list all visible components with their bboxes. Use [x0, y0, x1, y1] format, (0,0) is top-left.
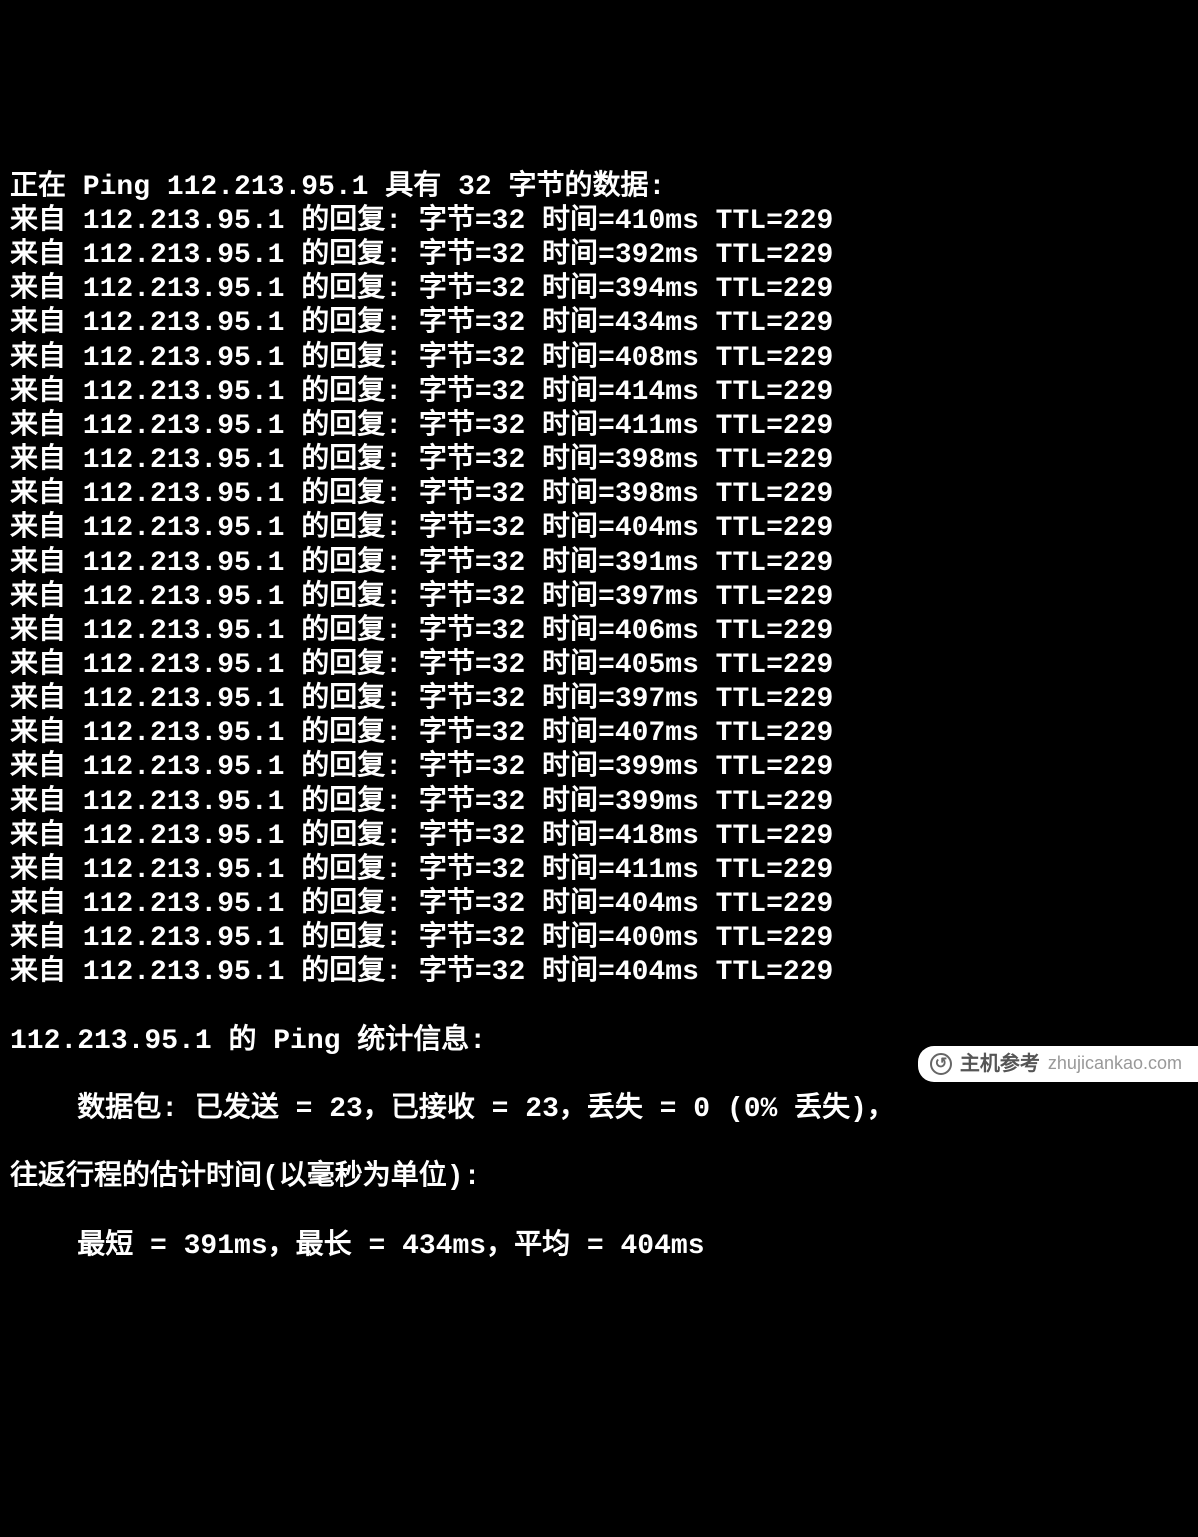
ping-reply-line: 来自 112.213.95.1 的回复: 字节=32 时间=410ms TTL=… [10, 205, 1188, 239]
ping-reply-line: 来自 112.213.95.1 的回复: 字节=32 时间=408ms TTL=… [10, 342, 1188, 376]
ping-reply-line: 来自 112.213.95.1 的回复: 字节=32 时间=398ms TTL=… [10, 444, 1188, 478]
ping-reply-line: 来自 112.213.95.1 的回复: 字节=32 时间=392ms TTL=… [10, 239, 1188, 273]
ping-reply-line: 来自 112.213.95.1 的回复: 字节=32 时间=418ms TTL=… [10, 820, 1188, 854]
terminal-output: 正在 Ping 112.213.95.1 具有 32 字节的数据:来自 112.… [10, 137, 1188, 1298]
ping-reply-line: 来自 112.213.95.1 的回复: 字节=32 时间=394ms TTL=… [10, 273, 1188, 307]
ping-reply-line: 来自 112.213.95.1 的回复: 字节=32 时间=398ms TTL=… [10, 478, 1188, 512]
rtt-values-line: 最短 = 391ms，最长 = 434ms，平均 = 404ms [10, 1230, 1188, 1264]
watermark-host: zhujicankao.com [1048, 1053, 1182, 1075]
ping-replies: 来自 112.213.95.1 的回复: 字节=32 时间=410ms TTL=… [10, 205, 1188, 991]
ping-reply-line: 来自 112.213.95.1 的回复: 字节=32 时间=404ms TTL=… [10, 956, 1188, 990]
watermark-badge: ↻ 主机参考 zhujicankao.com [918, 1046, 1198, 1082]
ping-reply-line: 来自 112.213.95.1 的回复: 字节=32 时间=397ms TTL=… [10, 581, 1188, 615]
ping-reply-line: 来自 112.213.95.1 的回复: 字节=32 时间=397ms TTL=… [10, 683, 1188, 717]
watermark-text: 主机参考 [960, 1052, 1040, 1076]
ping-reply-line: 来自 112.213.95.1 的回复: 字节=32 时间=434ms TTL=… [10, 307, 1188, 341]
ping-header: 正在 Ping 112.213.95.1 具有 32 字节的数据: [10, 171, 1188, 205]
ping-reply-line: 来自 112.213.95.1 的回复: 字节=32 时间=391ms TTL=… [10, 547, 1188, 581]
ping-reply-line: 来自 112.213.95.1 的回复: 字节=32 时间=400ms TTL=… [10, 922, 1188, 956]
ping-reply-line: 来自 112.213.95.1 的回复: 字节=32 时间=404ms TTL=… [10, 512, 1188, 546]
ping-reply-line: 来自 112.213.95.1 的回复: 字节=32 时间=404ms TTL=… [10, 888, 1188, 922]
packets-line: 数据包: 已发送 = 23，已接收 = 23，丢失 = 0 (0% 丢失)， [10, 1093, 1188, 1127]
ping-reply-line: 来自 112.213.95.1 的回复: 字节=32 时间=405ms TTL=… [10, 649, 1188, 683]
ping-reply-line: 来自 112.213.95.1 的回复: 字节=32 时间=399ms TTL=… [10, 786, 1188, 820]
ping-reply-line: 来自 112.213.95.1 的回复: 字节=32 时间=414ms TTL=… [10, 376, 1188, 410]
ping-reply-line: 来自 112.213.95.1 的回复: 字节=32 时间=407ms TTL=… [10, 717, 1188, 751]
ping-reply-line: 来自 112.213.95.1 的回复: 字节=32 时间=411ms TTL=… [10, 410, 1188, 444]
ping-reply-line: 来自 112.213.95.1 的回复: 字节=32 时间=399ms TTL=… [10, 751, 1188, 785]
clock-icon: ↻ [930, 1053, 952, 1075]
ping-reply-line: 来自 112.213.95.1 的回复: 字节=32 时间=411ms TTL=… [10, 854, 1188, 888]
ping-reply-line: 来自 112.213.95.1 的回复: 字节=32 时间=406ms TTL=… [10, 615, 1188, 649]
rtt-label-line: 往返行程的估计时间(以毫秒为单位): [10, 1161, 1188, 1195]
